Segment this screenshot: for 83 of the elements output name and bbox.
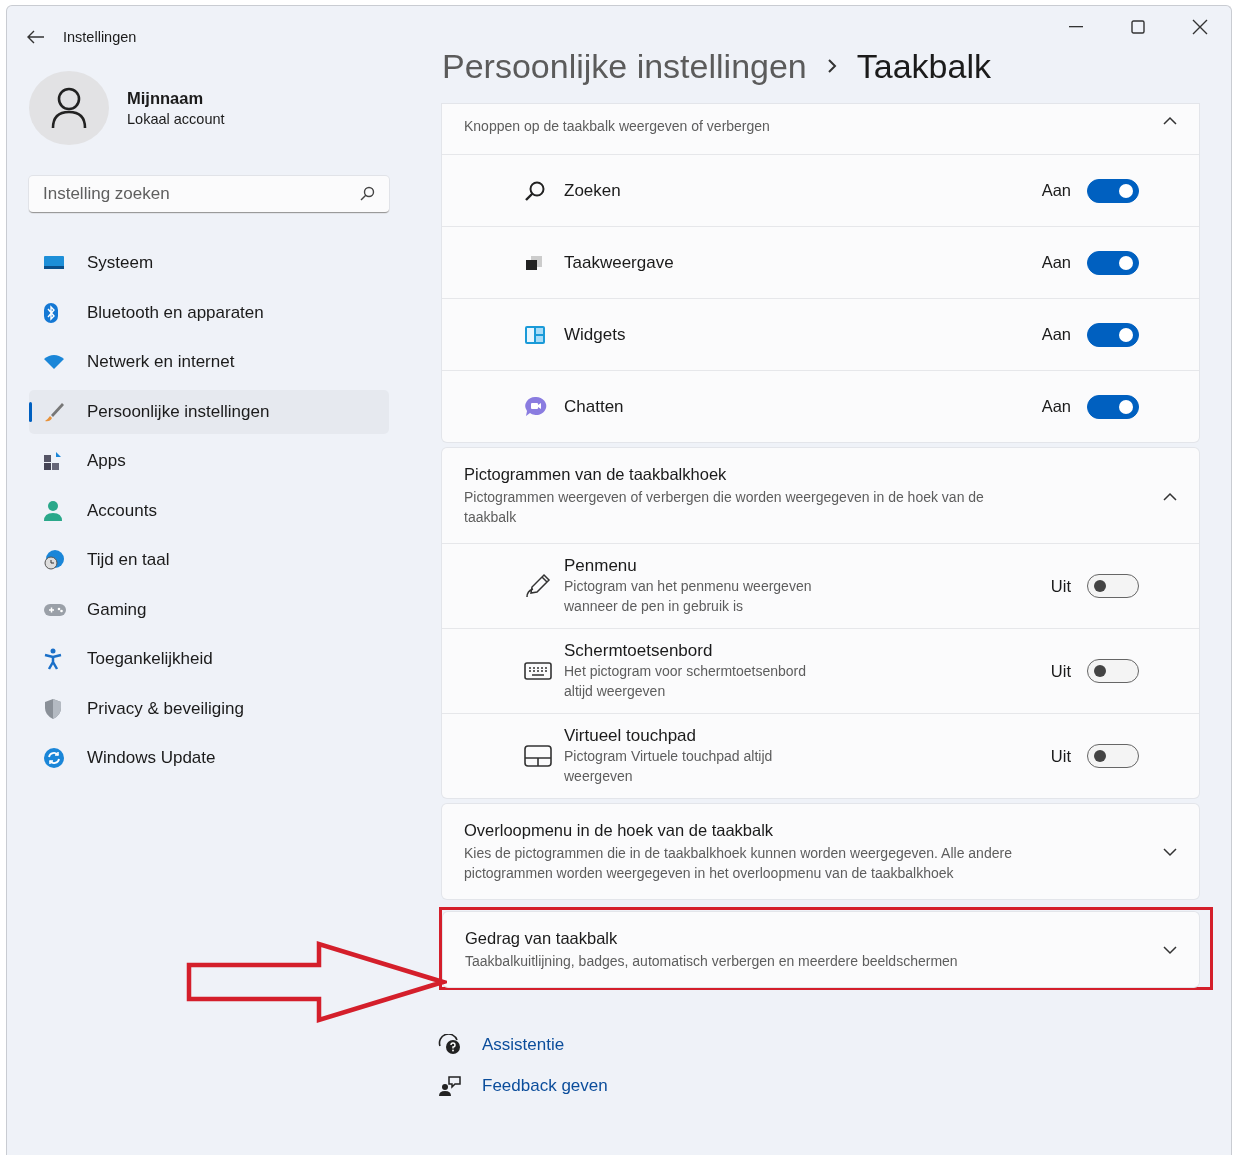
- toggle-state: Uit: [1050, 746, 1071, 766]
- widgets-icon: [524, 324, 546, 345]
- sidebar-item[interactable]: Systeem: [29, 241, 389, 285]
- brush-icon: [43, 400, 65, 423]
- section-title: Overloopmenu in de hoek van de taakbalk: [464, 821, 775, 840]
- wifi-icon: [43, 354, 65, 370]
- toggle-state: Uit: [1050, 576, 1071, 596]
- back-arrow-icon[interactable]: [27, 30, 45, 44]
- section-header[interactable]: Gedrag van taakbalk Taakbalkuitlijning, badges, automatisch verbergen en meerdere beeldschermen: [443, 912, 1199, 987]
- section-title: Pictogrammen van de taakbalkhoek: [464, 465, 728, 484]
- section-header[interactable]: Overloopmenu in de hoek van de taakbalk Kies de pictogrammen die in de taakbalkhoek kunnen worden weergegeven. Alle andere pictogrammen worden weergegeven in het overloopmenu van de taakbalkhoek: [442, 804, 1199, 899]
- sidebar-item[interactable]: Netwerk en internet: [29, 340, 389, 384]
- account-type: Lokaal account: [127, 111, 225, 127]
- sidebar-item[interactable]: Bluetooth en apparaten: [29, 290, 389, 335]
- search-box[interactable]: Instelling zoeken: [29, 176, 389, 213]
- touchpad-icon: [524, 745, 552, 767]
- section-description: Pictogrammen weergeven of verbergen die worden weergegeven in de hoek van de taakbalk: [464, 488, 985, 527]
- toggle-state: Aan: [1041, 325, 1071, 344]
- toggle-state: Uit: [1050, 661, 1071, 681]
- chat-icon: [524, 395, 548, 418]
- sidebar-item[interactable]: Privacy & beveiliging: [29, 686, 389, 731]
- task-view-icon: [524, 253, 544, 272]
- sidebar-item[interactable]: Tijd en taal: [29, 538, 389, 582]
- section-header[interactable]: Knoppen op de taakbalk weergeven of verbergen: [442, 104, 1199, 154]
- toggle-switch[interactable]: [1087, 250, 1139, 275]
- help-link[interactable]: Feedback geven: [438, 1075, 608, 1097]
- sync-icon: [43, 747, 65, 769]
- setting-description: Pictogram Virtuele touchpad altijd weergeven: [564, 747, 774, 786]
- section-header[interactable]: Pictogrammen van de taakbalkhoek Pictogrammen weergeven of verbergen die worden weergegeven in de hoek van de taakbalk: [442, 448, 1199, 543]
- setting-label: Schermtoetsenbord: [564, 641, 714, 661]
- search-field[interactable]: Instelling zoeken: [43, 184, 359, 204]
- page-title: Taakbalk: [856, 46, 991, 86]
- sidebar-item[interactable]: Persoonlijke instellingen: [29, 389, 389, 434]
- sidebar-item[interactable]: Apps: [29, 439, 389, 483]
- sidebar-item[interactable]: Windows Update: [29, 736, 389, 780]
- section-description: Knoppen op de taakbalk weergeven of verbergen: [464, 117, 771, 136]
- toggle-switch[interactable]: [1087, 574, 1139, 598]
- section-title: Gedrag van taakbalk: [465, 929, 619, 948]
- section-description: Kies de pictogrammen die in de taakbalkhoek kunnen worden weergegeven. Alle andere pictogrammen worden weergegeven in het overloopmenu van de taakbalkhoek: [464, 844, 1013, 883]
- maximize-icon: [1131, 20, 1145, 34]
- bluetooth-icon: [43, 301, 59, 324]
- sidebar-item[interactable]: Gaming: [29, 587, 389, 632]
- search-icon: [524, 179, 546, 202]
- feedback-icon: [438, 1075, 462, 1097]
- toggle-switch[interactable]: [1087, 659, 1139, 683]
- accessibility-icon: [43, 648, 63, 670]
- setting-label: Penmenu: [564, 556, 638, 576]
- toggle-state: Aan: [1041, 181, 1071, 200]
- setting-label: Taakweergave: [564, 252, 675, 273]
- toggle-switch[interactable]: [1087, 744, 1139, 768]
- gamepad-icon: [43, 601, 67, 618]
- setting-label: Chatten: [564, 396, 625, 417]
- person-icon: [43, 499, 63, 522]
- person-silhouette-icon: [50, 87, 88, 129]
- toggle-switch[interactable]: [1087, 394, 1139, 419]
- setting-label: Widgets: [564, 324, 627, 345]
- section-description: Taakbalkuitlijning, badges, automatisch verbergen en meerdere beeldschermen: [465, 952, 959, 971]
- toggle-switch[interactable]: [1087, 178, 1139, 203]
- window-title: Instellingen: [63, 29, 138, 45]
- close-icon: [1192, 19, 1208, 35]
- setting-description: Het pictogram voor schermtoetsenbord altijd weergeven: [564, 662, 807, 701]
- setting-label: Zoeken: [564, 180, 622, 201]
- setting-description: Pictogram van het penmenu weergeven wanneer de pen in gebruik is: [564, 577, 813, 616]
- apps-icon: [43, 451, 63, 471]
- selection-indicator: [29, 401, 32, 422]
- breadcrumb-parent[interactable]: Persoonlijke instellingen: [442, 46, 807, 86]
- toggle-switch[interactable]: [1087, 322, 1139, 347]
- keyboard-icon: [524, 662, 552, 680]
- sidebar-item[interactable]: Accounts: [29, 488, 389, 533]
- toggle-state: Aan: [1041, 397, 1071, 416]
- globe-clock-icon: [43, 549, 65, 571]
- setting-label: Virtueel touchpad: [564, 726, 697, 746]
- sidebar-item[interactable]: Toegankelijkheid: [29, 637, 389, 681]
- help-link[interactable]: Assistentie: [438, 1034, 565, 1056]
- minimize-icon: [1069, 26, 1083, 28]
- toggle-state: Aan: [1041, 253, 1071, 272]
- monitor-icon: [43, 255, 65, 271]
- pen-icon: [524, 573, 552, 599]
- search-icon: [359, 186, 375, 202]
- account-name: Mijnnaam: [127, 89, 205, 108]
- chevron-right-icon: [826, 59, 837, 73]
- help-icon: [438, 1034, 462, 1056]
- shield-icon: [43, 697, 63, 720]
